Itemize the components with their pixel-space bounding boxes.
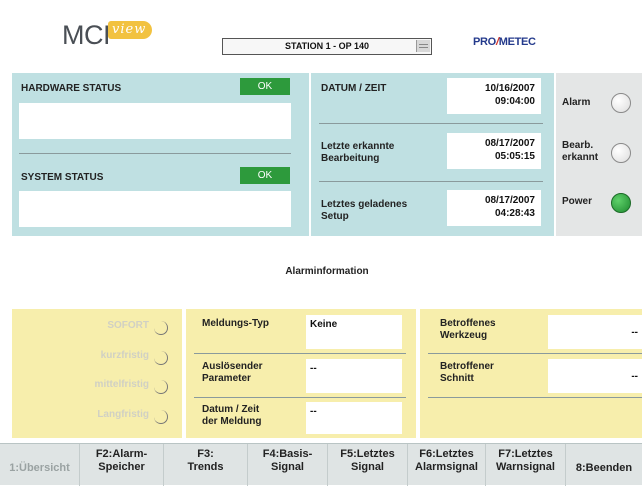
level-mittelfristig-label: mittelfristig — [94, 379, 149, 390]
last-setup-label: Letztes geladenes Setup — [321, 199, 408, 222]
divider — [19, 153, 291, 154]
basis-signal-button[interactable]: F4:Basis- Signal — [248, 444, 328, 486]
last-machining-date: 08/17/2007 — [484, 138, 535, 149]
datetime-panel: DATUM / ZEIT 10/16/2007 09:04:00 Letzte … — [311, 73, 554, 236]
divider — [428, 397, 642, 398]
system-status-badge: OK — [240, 167, 290, 184]
alarm-levels-panel: SOFORT kurzfristig mittelfristig Langfri… — [12, 309, 182, 438]
exit-button[interactable]: 8:Beenden — [566, 444, 642, 486]
ausl-param-label: Auslösender Parameter — [202, 361, 263, 384]
system-status-field — [19, 191, 291, 227]
hardware-status-field — [19, 103, 291, 139]
meldungs-typ-label: Meldungs-Typ — [202, 318, 270, 329]
alarm-target-panel: Betroffenes Werkzeug -- Betroffener Schn… — [420, 309, 642, 438]
last-signal-button[interactable]: F5:Letztes Signal — [328, 444, 408, 486]
datetime-time: 09:04:00 — [494, 96, 535, 107]
last-warn-signal-button[interactable]: F7:Letztes Warnsignal — [486, 444, 566, 486]
alarm-indicator-label: Alarm — [562, 97, 591, 108]
system-status-label: SYSTEM STATUS — [21, 172, 104, 183]
indicator-panel: Alarm Bearb. erkannt Power — [556, 73, 642, 236]
logo-sub: view — [108, 21, 153, 39]
last-setup-time: 04:28:43 — [494, 208, 535, 219]
last-machining-time: 05:05:15 — [494, 151, 535, 162]
last-alarm-signal-button[interactable]: F6:Letztes Alarmsignal — [408, 444, 486, 486]
alarm-details-panel: Meldungs-Typ Keine Auslösender Parameter… — [186, 309, 416, 438]
datetime-value: 10/16/2007 09:04:00 — [447, 78, 541, 114]
hardware-status-label: HARDWARE STATUS — [21, 83, 122, 94]
divider — [319, 123, 543, 124]
betr-werkzeug-label: Betroffenes Werkzeug — [440, 318, 496, 341]
status-panel: HARDWARE STATUS OK SYSTEM STATUS OK — [12, 73, 309, 236]
datum-meldung-label: Datum / Zeit der Meldung — [202, 404, 262, 427]
meldungs-typ-field: Keine — [306, 315, 402, 349]
station-value: STATION 1 - OP 140 — [284, 41, 370, 51]
mci-view-logo: MCI view — [62, 20, 154, 51]
last-setup-value: 08/17/2007 04:28:43 — [447, 190, 541, 226]
level-kurzfristig-label: kurzfristig — [100, 350, 149, 361]
datetime-label: DATUM / ZEIT — [321, 83, 387, 94]
bearb-lamp-icon — [611, 143, 631, 163]
hardware-status-badge: OK — [240, 78, 290, 95]
datetime-date: 10/16/2007 — [484, 83, 535, 94]
divider — [428, 353, 642, 354]
level-mittelfristig-lamp-icon — [154, 380, 168, 394]
datum-meldung-field: -- — [306, 402, 402, 434]
logo-main: MCI — [62, 20, 111, 50]
level-kurzfristig-lamp-icon — [154, 351, 168, 365]
alarm-info-title: Alarminformation — [285, 266, 369, 277]
station-spinner-icon[interactable] — [416, 40, 430, 52]
divider — [194, 397, 406, 398]
divider — [319, 181, 543, 182]
alarm-memory-button[interactable]: F2:Alarm- Speicher — [80, 444, 164, 486]
bearb-indicator-label: Bearb. erkannt — [562, 140, 599, 163]
last-machining-label: Letzte erkannte Bearbeitung — [321, 141, 395, 164]
trends-button[interactable]: F3: Trends — [164, 444, 248, 486]
betr-schnitt-field: -- — [548, 359, 642, 393]
betr-schnitt-label: Betroffener Schnitt — [440, 361, 494, 384]
betr-werkzeug-field: -- — [548, 315, 642, 349]
prometec-logo: PRO/METEC — [473, 36, 536, 48]
divider — [194, 353, 406, 354]
level-sofort-lamp-icon — [154, 321, 168, 335]
last-setup-date: 08/17/2007 — [484, 195, 535, 206]
level-sofort-label: SOFORT — [107, 320, 149, 331]
power-indicator-label: Power — [562, 196, 593, 207]
power-lamp-icon — [611, 193, 631, 213]
function-key-bar: 1:Übersicht F2:Alarm- Speicher F3: Trend… — [0, 443, 642, 486]
station-selector[interactable]: STATION 1 - OP 140 — [222, 38, 432, 55]
level-langfristig-lamp-icon — [154, 410, 168, 424]
alarm-lamp-icon — [611, 93, 631, 113]
ausl-param-field: -- — [306, 359, 402, 393]
last-machining-value: 08/17/2007 05:05:15 — [447, 133, 541, 169]
level-langfristig-label: Langfristig — [97, 409, 149, 420]
overview-button[interactable]: 1:Übersicht — [0, 444, 80, 486]
